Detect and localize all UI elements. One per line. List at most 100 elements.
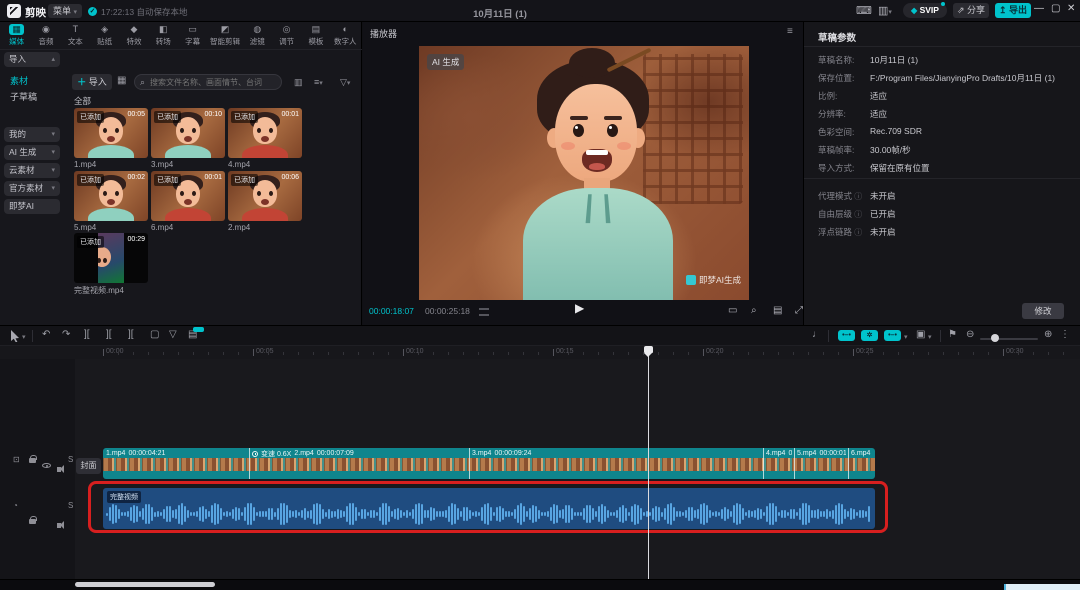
redo-icon[interactable]: ↷ (62, 329, 70, 340)
mute-track-icon[interactable] (57, 467, 61, 472)
ribbon-tab-text[interactable]: T文本 (63, 24, 87, 47)
track-options-icon[interactable]: ▣ (916, 329, 925, 340)
sidebar-item-material[interactable]: 素材 (10, 74, 28, 87)
character-face (98, 247, 111, 267)
digital-human-icon: ◐ (343, 24, 348, 35)
sidebar-group-2[interactable]: AI 生成▾ (4, 145, 60, 160)
ribbon-tab-captions[interactable]: ▭字幕 (181, 24, 205, 47)
filter-icon[interactable]: ▽▾ (340, 77, 350, 88)
media-icon: ▦ (9, 24, 24, 35)
sidebar-group-5[interactable]: 即梦AI (4, 199, 60, 214)
ribbon-tab-audio[interactable]: ◉音频 (34, 24, 58, 47)
ribbon-tab-label: 贴纸 (97, 36, 112, 47)
search-box[interactable]: ⌕ (134, 74, 282, 90)
trim-left-icon[interactable]: ][ (106, 329, 112, 340)
zoom-out-icon[interactable]: ⊖ (966, 329, 974, 340)
ribbon-tab-adjust[interactable]: ◎调节 (275, 24, 299, 47)
solo-track-button[interactable]: S (68, 501, 73, 510)
snap-toggle[interactable]: •–• (838, 330, 855, 341)
fullscreen-icon[interactable]: ⤢ (795, 305, 803, 316)
lock-track-icon[interactable] (29, 458, 36, 463)
draft-layout-icon[interactable] (479, 308, 489, 316)
delete-icon[interactable]: ▢ (150, 329, 159, 340)
import-media-button[interactable]: ＋ 导入 (72, 74, 112, 90)
media-item[interactable]: 已添加00:051.mp4 (74, 108, 148, 169)
param-value: 适应 (870, 108, 1074, 120)
svip-badge[interactable]: ◆ SVIP (903, 3, 947, 18)
sidebar-group-3[interactable]: 云素材▾ (4, 163, 60, 178)
share-button[interactable]: ⇗ 分享 (953, 3, 989, 18)
grid-view-icon[interactable]: ▦ (117, 75, 126, 86)
minimize-button[interactable]: — (1034, 3, 1044, 14)
timeline-zoom-slider[interactable] (980, 338, 1038, 340)
added-badge: 已添加 (77, 111, 104, 123)
ruler-label: 00:00 (106, 348, 124, 355)
video-preview[interactable]: AI 生成 即梦AI生成 (419, 46, 749, 300)
modify-button[interactable]: 修改 (1022, 303, 1064, 319)
split-icon[interactable]: ][ (84, 329, 90, 340)
ribbon-tab-smart-edit[interactable]: ◩智能剪辑 (210, 24, 240, 47)
sidebar-group-import[interactable]: 导入▴ (4, 52, 60, 67)
video-track-clip-group[interactable]: 1.mp400:00:04:21变速 0.6X2.mp400:00:07:093… (103, 448, 875, 479)
link-toggle[interactable]: •–• (884, 330, 901, 341)
sidebar-group-1[interactable]: 我的▾ (4, 127, 60, 142)
ribbon-tab-filter[interactable]: ◍滤镜 (245, 24, 269, 47)
smart-snap-toggle[interactable]: ✲ (861, 330, 878, 341)
param-value: Rec.709 SDR (870, 126, 1074, 136)
ruler-tick (568, 352, 569, 355)
ribbon-tab-transition[interactable]: ◧转场 (151, 24, 175, 47)
ratio-icon[interactable]: ▤ (773, 305, 782, 316)
media-item[interactable]: 已添加00:016.mp4 (151, 171, 225, 232)
ruler-tick (193, 352, 194, 355)
playhead-handle[interactable] (644, 346, 653, 353)
display-quality-icon[interactable]: ▭ (728, 305, 737, 316)
media-item[interactable]: 已添加00:103.mp4 (151, 108, 225, 169)
maximize-button[interactable]: ▢ (1051, 3, 1060, 14)
solo-track-button[interactable]: S (68, 455, 73, 464)
preview-zoom-icon[interactable]: ⌕ (751, 305, 757, 316)
thumbnail-size-icon[interactable]: ▥ (294, 77, 303, 88)
sidebar-item-subdraft[interactable]: 子草稿 (10, 90, 37, 103)
undo-icon[interactable]: ↶ (42, 329, 50, 340)
pointer-tool-icon[interactable] (10, 330, 20, 342)
ribbon-tab-effects[interactable]: ◆特效 (122, 24, 146, 47)
ribbon-tab-template[interactable]: ▤模板 (304, 24, 328, 47)
play-button[interactable]: ▶ (575, 301, 584, 315)
ribbon-tab-media[interactable]: ▦媒体 (5, 24, 29, 47)
mute-track-icon[interactable] (57, 523, 61, 528)
preview-flag-icon[interactable]: ⚑ (948, 329, 957, 340)
trim-right-icon[interactable]: ][ (128, 329, 134, 340)
zoom-in-icon[interactable]: ⊕ (1044, 329, 1052, 340)
hide-track-icon[interactable] (42, 463, 51, 468)
ruler-tick (478, 352, 479, 355)
media-item[interactable]: 已添加00:014.mp4 (228, 108, 302, 169)
time-ruler[interactable]: 00:0000:0500:1000:1500:2000:2500:30 (75, 346, 1080, 359)
mask-icon[interactable]: ▽ (169, 329, 177, 340)
export-button[interactable]: ↥ 导出 (995, 3, 1031, 18)
layout-icon[interactable]: ▥▾ (878, 4, 892, 17)
sidebar-group-4[interactable]: 官方素材▾ (4, 181, 60, 196)
record-audio-icon[interactable]: ♩ (812, 329, 822, 340)
ribbon-tab-sticker[interactable]: ◈贴纸 (93, 24, 117, 47)
playhead-line[interactable] (648, 346, 649, 579)
media-item[interactable]: 已添加00:025.mp4 (74, 171, 148, 232)
background-lattice (643, 54, 743, 204)
more-options-icon[interactable]: ⋮ (1060, 329, 1070, 340)
ruler-tick (163, 352, 164, 355)
lock-track-icon[interactable] (29, 519, 36, 524)
ruler-tick (373, 352, 374, 355)
media-item[interactable]: 已添加00:062.mp4 (228, 171, 302, 232)
shortcut-keyboard-icon[interactable]: ⌨ (856, 4, 872, 17)
ribbon-tab-label: 调节 (279, 36, 294, 47)
close-button[interactable]: ✕ (1067, 3, 1075, 14)
media-item[interactable]: 已添加00:29完整视频.mp4 (74, 233, 148, 296)
menu-button[interactable]: 菜单 ▾ (48, 4, 82, 18)
chevron-down-icon: ▾ (319, 80, 323, 87)
player-menu-icon[interactable]: ≡ (787, 26, 793, 37)
timeline-zoom-handle[interactable] (991, 334, 999, 342)
horizontal-scrollbar[interactable] (75, 582, 215, 587)
sort-icon[interactable]: ≡▾ (314, 77, 323, 87)
search-input[interactable] (148, 77, 268, 88)
cover-button[interactable]: 封面 (76, 458, 101, 474)
ribbon-tab-digital-human[interactable]: ◐数字人 (333, 24, 357, 47)
